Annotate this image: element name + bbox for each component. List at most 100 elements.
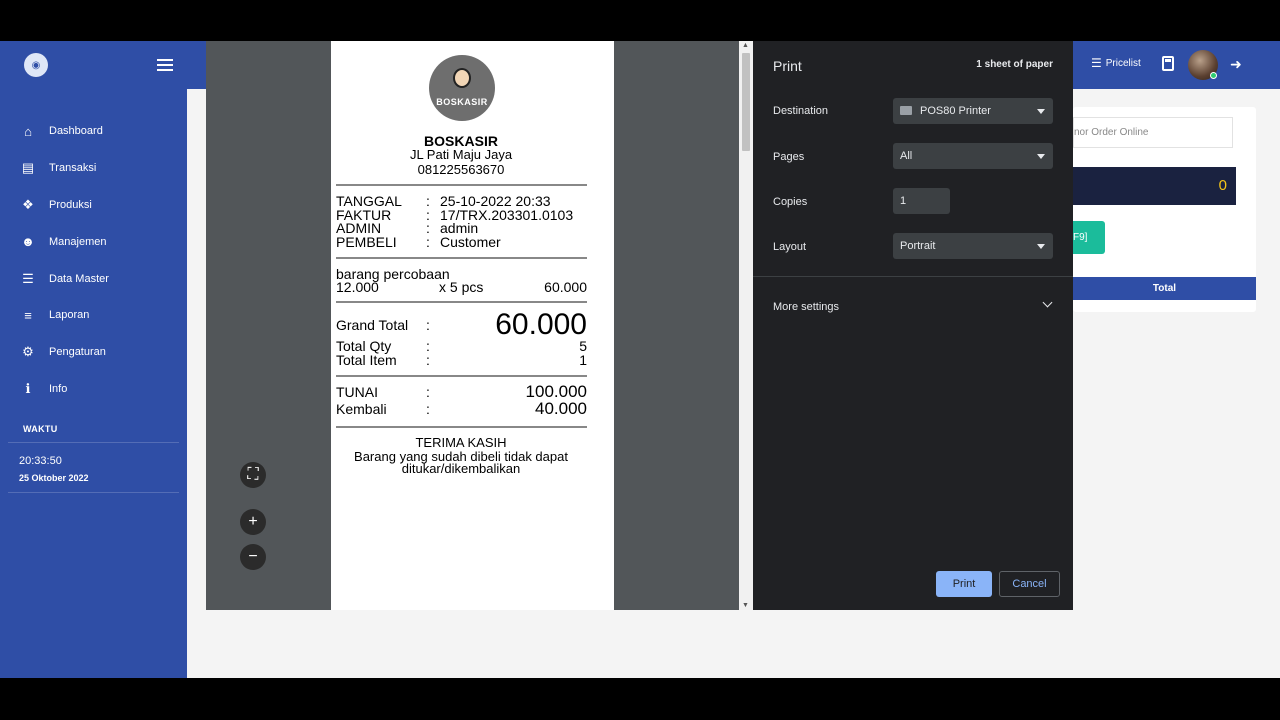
info-key: TANGGAL: [336, 193, 402, 209]
zoom-out-icon[interactable]: −: [240, 544, 266, 570]
scroll-down-icon[interactable]: ▼: [742, 602, 749, 609]
sidebar-menu: ⌂ Dashboard ▤ Transaksi ❖ Produksi ☻ Manajem…: [0, 113, 187, 407]
divider: [336, 426, 587, 428]
total-item-sep: :: [426, 352, 430, 368]
info-key: PEMBELI: [336, 234, 397, 250]
total-qty-sep: :: [426, 338, 430, 354]
sidebar-item-label: Manajemen: [49, 235, 107, 248]
kembali-value: 40.000: [535, 399, 587, 418]
printer-icon: [900, 106, 912, 115]
divider: [336, 301, 587, 303]
pricelist-button[interactable]: ☰ Pricelist: [1091, 56, 1141, 70]
home-icon: ⌂: [24, 123, 32, 139]
tunai-label: TUNAI: [336, 384, 378, 400]
sidebar-item-laporan[interactable]: ≡ Laporan: [0, 297, 187, 334]
tunai-sep: :: [426, 384, 430, 400]
sidebar-item-info[interactable]: ℹ Info: [0, 371, 187, 408]
sidebar-item-label: Produksi: [49, 198, 92, 211]
receipt-logo-text: BOSKASIR: [436, 97, 488, 107]
divider: [336, 257, 587, 259]
receipt-logo: BOSKASIR: [429, 55, 495, 121]
list-icon: ≡: [24, 307, 32, 323]
users-icon: ☻: [21, 234, 35, 250]
print-button[interactable]: Print: [936, 571, 992, 597]
total-qty-label: Total Qty: [336, 338, 392, 354]
sidebar-header: ◉: [0, 41, 187, 89]
pay-button[interactable]: F9]: [1073, 221, 1105, 254]
receipt-paper: BOSKASIR BOSKASIR JL Pati Maju Jaya 0812…: [331, 41, 614, 610]
divider: [336, 375, 587, 377]
chevron-down-icon[interactable]: [1042, 297, 1053, 308]
layout-label: Layout: [773, 241, 807, 253]
sidebar-item-pengaturan[interactable]: ⚙ Pengaturan: [0, 334, 187, 371]
preview-scrollbar[interactable]: ▲ ▼: [739, 41, 753, 610]
kembali-sep: :: [426, 401, 430, 417]
grand-total-value: 60.000: [495, 308, 587, 341]
sidebar-item-transaksi[interactable]: ▤ Transaksi: [0, 150, 187, 187]
kembali-label: Kembali: [336, 401, 387, 417]
cogs-icon: ⚙: [22, 344, 34, 360]
print-dialog: Print 1 sheet of paper Destination POS80…: [753, 41, 1073, 610]
divider: [8, 492, 179, 494]
info-sep: :: [426, 220, 430, 236]
total-item-label: Total Item: [336, 352, 397, 368]
scrollbar-thumb[interactable]: [742, 53, 750, 151]
total-qty-value: 5: [579, 338, 587, 354]
divider: [753, 276, 1073, 277]
database-icon: ☰: [22, 270, 34, 286]
store-address: JL Pati Maju Jaya: [409, 147, 513, 162]
destination-select[interactable]: POS80 Printer: [893, 98, 1053, 124]
pages-select[interactable]: All: [893, 143, 1053, 169]
list-check-icon: ☰: [1091, 56, 1102, 70]
info-value: 25-10-2022 20:33: [440, 193, 551, 209]
order-online-input[interactable]: nor Order Online: [1073, 117, 1233, 148]
scroll-up-icon[interactable]: ▲: [742, 42, 749, 49]
app-logo[interactable]: ◉: [24, 53, 48, 77]
sidebar-item-label: Laporan: [49, 309, 90, 322]
sidebar-item-produksi[interactable]: ❖ Produksi: [0, 187, 187, 224]
copies-label: Copies: [773, 196, 808, 208]
chevron-down-icon: [1037, 244, 1045, 249]
waktu-label: WAKTU: [23, 424, 58, 435]
sidebar-item-label: Data Master: [49, 272, 109, 285]
item-price: 12.000: [336, 279, 379, 295]
app-frame: ◉ ⌂ Dashboard ▤ Transaksi ❖ Produksi ☻ Manaj…: [0, 41, 1280, 678]
sheet-count: 1 sheet of paper: [976, 59, 1053, 70]
fit-to-page-icon[interactable]: ⛶: [240, 462, 266, 488]
sidebar-item-label: Info: [49, 382, 68, 395]
money-icon: ▤: [21, 160, 35, 176]
copies-field[interactable]: 1: [893, 188, 950, 214]
clock-date: 25 Oktober 2022: [19, 473, 89, 484]
sidebar-item-manajemen[interactable]: ☻ Manajemen: [0, 223, 187, 260]
logout-icon[interactable]: ➜: [1230, 56, 1242, 73]
destination-label: Destination: [773, 105, 829, 117]
print-dialog-title: Print: [773, 58, 802, 74]
cancel-button[interactable]: Cancel: [999, 571, 1060, 597]
destination-value: POS80 Printer: [920, 105, 991, 117]
layout-value: Portrait: [900, 240, 936, 252]
divider: [336, 184, 587, 186]
info-sep: :: [426, 234, 430, 250]
info-icon: ℹ: [25, 380, 31, 396]
pages-value: All: [900, 150, 913, 162]
hamburger-menu-icon[interactable]: [157, 59, 173, 71]
info-value: admin: [440, 220, 479, 236]
layout-select[interactable]: Portrait: [893, 233, 1053, 259]
grand-total-label: Grand Total: [336, 317, 409, 333]
chevron-down-icon: [1037, 154, 1045, 159]
more-settings-toggle[interactable]: More settings: [773, 301, 839, 313]
cubes-icon: ❖: [22, 196, 34, 212]
zoom-in-icon[interactable]: +: [240, 509, 266, 535]
tunai-value: 100.000: [525, 382, 587, 401]
grand-total-sep: :: [426, 317, 430, 333]
store-phone: 081225563670: [417, 162, 505, 177]
sidebar-item-label: Pengaturan: [49, 346, 106, 359]
print-preview: BOSKASIR BOSKASIR JL Pati Maju Jaya 0812…: [206, 41, 753, 610]
mascot-icon: [453, 68, 471, 88]
pages-label: Pages: [773, 151, 805, 163]
sidebar-item-dashboard[interactable]: ⌂ Dashboard: [0, 113, 187, 150]
calculator-icon[interactable]: [1162, 56, 1174, 71]
info-sep: :: [426, 193, 430, 209]
sidebar-item-data-master[interactable]: ☰ Data Master: [0, 260, 187, 297]
clock-time: 20:33:50: [19, 455, 62, 468]
